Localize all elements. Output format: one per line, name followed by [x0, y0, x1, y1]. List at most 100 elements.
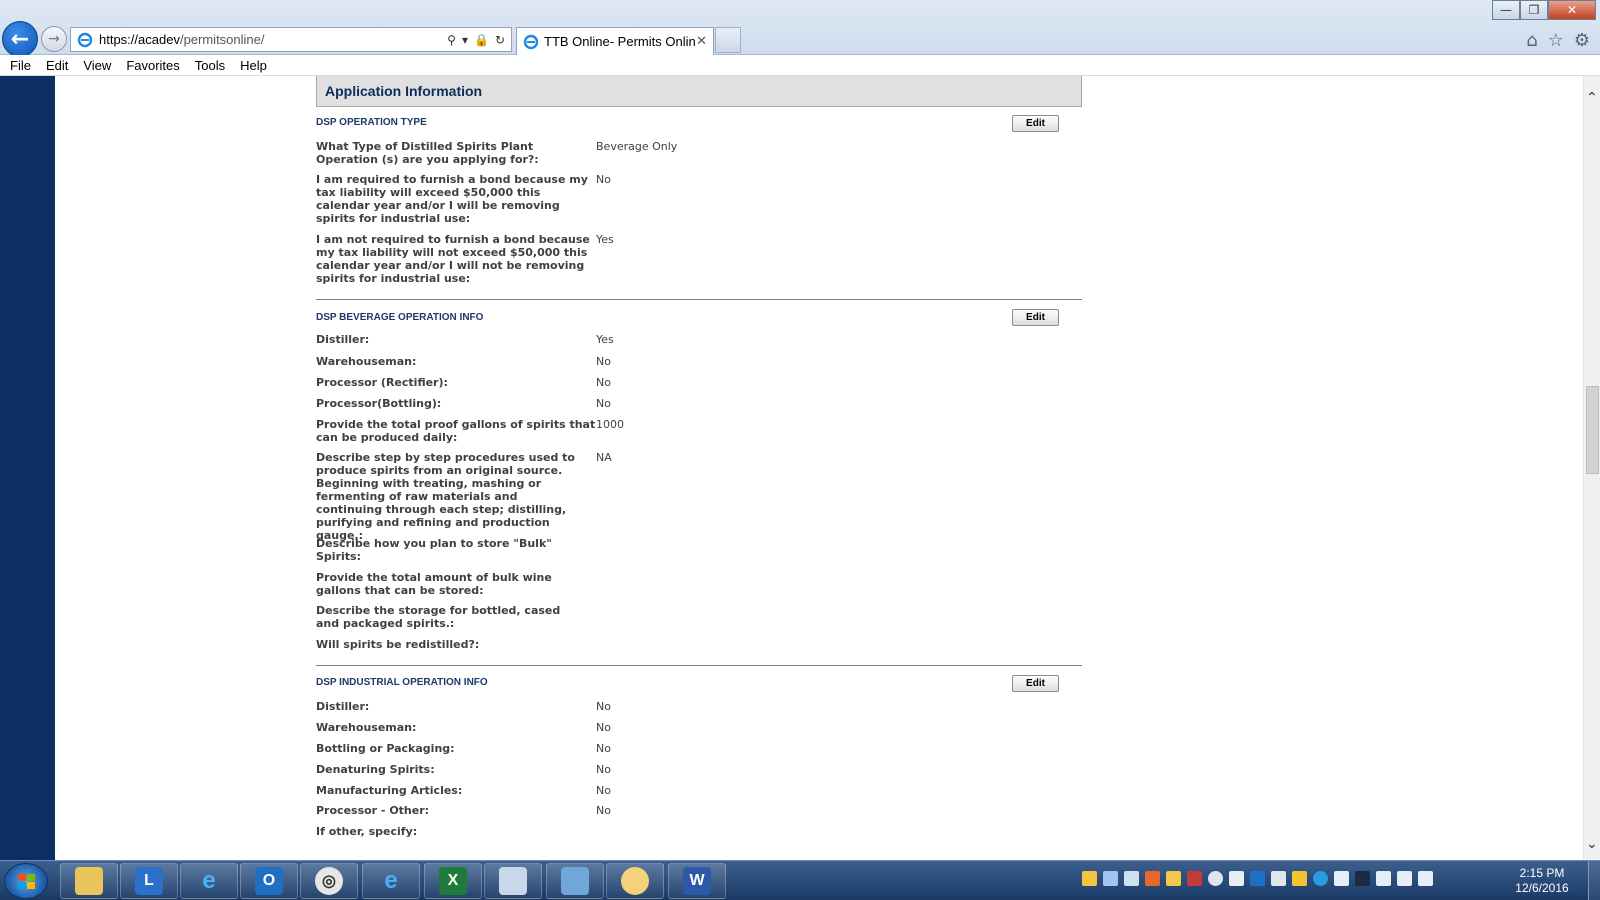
- tab-ttb-online[interactable]: TTB Online- Permits Online... ✕: [516, 27, 714, 55]
- paint-palette-icon: [621, 867, 649, 895]
- taskbar-excel[interactable]: X: [424, 863, 482, 899]
- ie-tab-icon: [523, 34, 539, 49]
- word-icon: W: [683, 867, 711, 895]
- question-label: Manufacturing Articles:: [316, 784, 463, 797]
- clock-time: 2:15 PM: [1519, 866, 1565, 880]
- tab-title: TTB Online- Permits Online...: [544, 34, 696, 49]
- folder-icon: [75, 867, 103, 895]
- scroll-down-arrow-icon[interactable]: ⌄: [1586, 836, 1598, 852]
- notepad-icon: [499, 867, 527, 895]
- tray-display-icon[interactable]: [1355, 871, 1370, 886]
- question-label: I am not required to furnish a bond beca…: [316, 233, 590, 285]
- new-tab-button[interactable]: [715, 27, 741, 53]
- back-button[interactable]: ←: [2, 21, 38, 57]
- tray-volume-icon[interactable]: [1397, 871, 1412, 886]
- scroll-up-arrow-icon[interactable]: ⌃: [1586, 90, 1598, 106]
- question-label: Distiller:: [316, 333, 370, 346]
- scroll-thumb[interactable]: [1586, 386, 1599, 474]
- section-title-beverage-operation: DSP BEVERAGE OPERATION INFO: [316, 312, 484, 323]
- vertical-scrollbar[interactable]: ⌃ ⌄: [1583, 76, 1600, 860]
- edit-operation-type-button[interactable]: Edit: [1012, 115, 1059, 132]
- question-label: If other, specify:: [316, 825, 418, 838]
- menu-view[interactable]: View: [83, 58, 111, 73]
- question-label: I am required to furnish a bond because …: [316, 173, 588, 225]
- taskbar-photo-viewer[interactable]: [546, 863, 604, 899]
- tray-network-icon[interactable]: [1418, 871, 1433, 886]
- menu-help[interactable]: Help: [240, 58, 267, 73]
- tray-monitor-icon[interactable]: [1271, 871, 1286, 886]
- windows-logo-icon: [18, 874, 35, 889]
- answer-value: No: [596, 721, 611, 734]
- tray-lock-icon[interactable]: [1292, 871, 1307, 886]
- url-text[interactable]: https://acadev/permitsonline/: [99, 32, 447, 47]
- page-title: Application Information: [325, 83, 483, 99]
- question-label: Bottling or Packaging:: [316, 742, 455, 755]
- tray-b-icon[interactable]: [1145, 871, 1160, 886]
- lync-icon: L: [135, 867, 163, 895]
- search-icon[interactable]: ⚲: [447, 33, 456, 47]
- start-button[interactable]: [4, 863, 48, 899]
- outlook-icon: O: [255, 867, 283, 895]
- section-title-industrial-operation: DSP INDUSTRIAL OPERATION INFO: [316, 677, 488, 688]
- menu-file[interactable]: File: [10, 58, 31, 73]
- refresh-icon[interactable]: ↻: [495, 33, 505, 47]
- forward-button[interactable]: →: [41, 26, 67, 52]
- tray-device-icon[interactable]: [1376, 871, 1391, 886]
- question-label: Will spirits be redistilled?:: [316, 638, 480, 651]
- dropdown-icon[interactable]: ▾: [462, 33, 468, 47]
- section-divider: [316, 665, 1082, 666]
- minimize-button[interactable]: —: [1492, 0, 1520, 20]
- taskbar-word[interactable]: W: [668, 863, 726, 899]
- edit-beverage-operation-button[interactable]: Edit: [1012, 309, 1059, 326]
- taskbar-spiral-app[interactable]: ◎: [300, 863, 358, 899]
- taskbar-lync[interactable]: L: [120, 863, 178, 899]
- tray-mail-icon[interactable]: [1229, 871, 1244, 886]
- tray-skype-icon[interactable]: [1313, 871, 1328, 886]
- answer-value: Yes: [596, 233, 614, 246]
- tray-shield-icon[interactable]: [1187, 871, 1202, 886]
- question-label: Warehouseman:: [316, 721, 417, 734]
- close-window-button[interactable]: ✕: [1548, 0, 1596, 20]
- page-content: Application Information DSP OPERATION TY…: [55, 76, 1583, 860]
- menu-favorites[interactable]: Favorites: [126, 58, 179, 73]
- lock-icon[interactable]: 🔒: [474, 33, 489, 47]
- answer-value: No: [596, 700, 611, 713]
- taskbar-paint[interactable]: [606, 863, 664, 899]
- address-bar[interactable]: https://acadev/permitsonline/ ⚲ ▾ 🔒 ↻: [70, 27, 512, 52]
- tray-people-icon[interactable]: [1103, 871, 1118, 886]
- menu-edit[interactable]: Edit: [46, 58, 68, 73]
- tray-users-icon[interactable]: [1334, 871, 1349, 886]
- section-title-operation-type: DSP OPERATION TYPE: [316, 117, 427, 128]
- taskbar-internet-explorer-2[interactable]: e: [362, 863, 420, 899]
- tab-close-icon[interactable]: ✕: [696, 34, 707, 49]
- favorites-star-icon[interactable]: ☆: [1548, 30, 1564, 51]
- show-desktop-button[interactable]: [1588, 861, 1600, 900]
- maximize-button[interactable]: ❐: [1520, 0, 1548, 20]
- question-label: Provide the total proof gallons of spiri…: [316, 418, 596, 444]
- back-arrow-icon: ←: [10, 26, 30, 52]
- spiral-app-icon: ◎: [315, 867, 343, 895]
- ie-page-icon: [77, 32, 93, 47]
- tray-pencil-icon[interactable]: [1082, 871, 1097, 886]
- excel-icon: X: [439, 867, 467, 895]
- home-icon[interactable]: ⌂: [1526, 30, 1537, 51]
- menu-tools[interactable]: Tools: [195, 58, 225, 73]
- photo-viewer-icon: [561, 867, 589, 895]
- settings-gear-icon[interactable]: ⚙: [1574, 30, 1590, 51]
- question-label: Provide the total amount of bulk wine ga…: [316, 571, 552, 597]
- answer-value: No: [596, 376, 611, 389]
- taskbar-outlook[interactable]: O: [240, 863, 298, 899]
- taskbar-notepad[interactable]: [484, 863, 542, 899]
- application-header: Application Information: [316, 76, 1082, 107]
- tray-chat-icon[interactable]: [1124, 871, 1139, 886]
- tray-spiral-icon[interactable]: [1208, 871, 1223, 886]
- question-label: Warehouseman:: [316, 355, 417, 368]
- taskbar-internet-explorer[interactable]: e: [180, 863, 238, 899]
- windows-taskbar: L e O ◎ e X W 2:15 PM 12/6/2016: [0, 860, 1600, 900]
- tray-outlook-icon[interactable]: [1250, 871, 1265, 886]
- taskbar-file-explorer[interactable]: [60, 863, 118, 899]
- url-path: /permitsonline/: [179, 32, 265, 47]
- taskbar-clock[interactable]: 2:15 PM 12/6/2016: [1506, 866, 1578, 896]
- tray-edit-icon[interactable]: [1166, 871, 1181, 886]
- edit-industrial-operation-button[interactable]: Edit: [1012, 675, 1059, 692]
